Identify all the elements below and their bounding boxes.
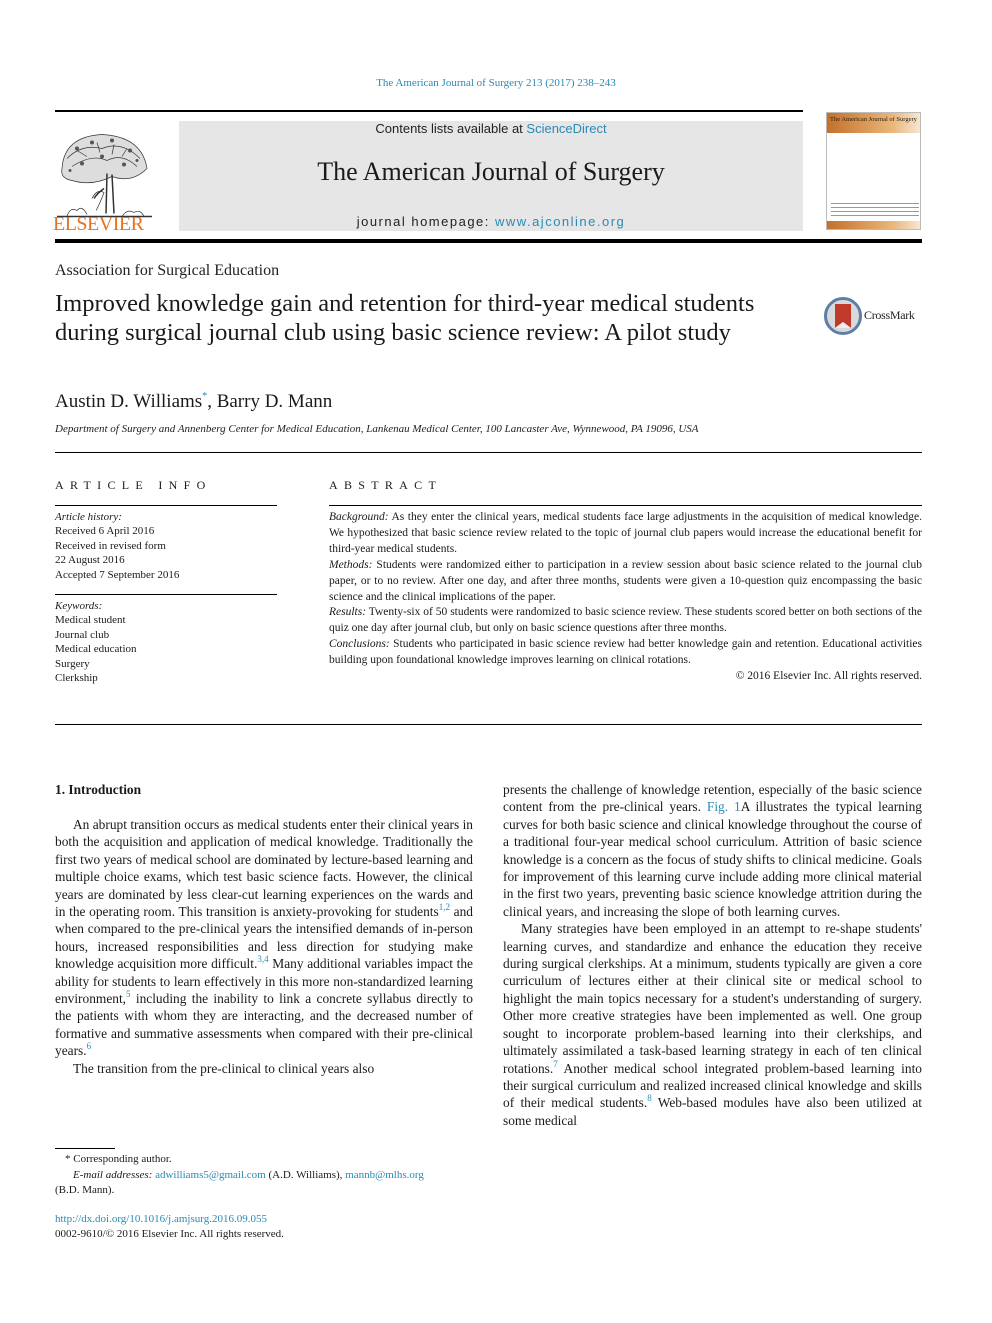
abstract-results: Results: Twenty-six of 50 students were … (329, 605, 922, 637)
article-info-heading: ARTICLE INFO (55, 478, 212, 492)
sciencedirect-link[interactable]: ScienceDirect (526, 121, 606, 136)
issn-copyright: 0002-9610/© 2016 Elsevier Inc. All right… (55, 1228, 284, 1240)
body-paragraph: The transition from the pre-clinical to … (73, 1060, 375, 1076)
abstract-section-label: Conclusions: (329, 638, 390, 651)
history-item: 22 August 2016 (55, 554, 125, 567)
article-history: Article history: Received 6 April 2016 R… (55, 510, 179, 582)
abstract-section-label: Results: (329, 606, 367, 619)
abstract-background: Background: As they enter the clinical y… (329, 510, 922, 558)
reference-link[interactable]: 1,2 (439, 902, 450, 912)
section-label: Association for Surgical Education (55, 262, 280, 279)
history-label: Article history: (55, 511, 122, 523)
footnote: * Corresponding author. E-mail addresses… (55, 1152, 473, 1199)
history-item: Received 6 April 2016 (55, 525, 155, 538)
journal-homepage-link[interactable]: www.ajconline.org (495, 214, 625, 229)
divider (329, 505, 922, 506)
email-link[interactable]: adwilliams5@gmail.com (155, 1169, 266, 1181)
journal-name: The American Journal of Surgery (317, 157, 665, 186)
keyword: Medical student (55, 614, 126, 627)
abstract-section-text: Twenty-six of 50 students were randomize… (329, 606, 922, 635)
abstract-section-text: As they enter the clinical years, medica… (329, 511, 922, 555)
header-rule (55, 110, 803, 112)
elsevier-wordmark: ELSEVIER (53, 213, 144, 235)
abstract-body: Background: As they enter the clinical y… (329, 510, 922, 685)
paragraph-text: Many strategies have been employed in an… (503, 921, 922, 1076)
abstract-conclusions: Conclusions: Students who participated i… (329, 637, 922, 669)
email-owner: (A.D. Williams), (265, 1168, 346, 1181)
divider (55, 505, 277, 506)
body-paragraph: presents the challenge of knowledge rete… (503, 781, 922, 920)
cover-title: The American Journal of Surgery (830, 116, 917, 123)
body-column-left: An abrupt transition occurs as medical s… (55, 816, 473, 1077)
keyword: Clerkship (55, 672, 98, 685)
keyword: Medical education (55, 643, 137, 656)
author-affiliation: Department of Surgery and Annenberg Cent… (55, 423, 699, 435)
divider (55, 452, 922, 453)
abstract-section-label: Methods: (329, 558, 373, 571)
keywords-label: Keywords: (55, 600, 103, 612)
crossmark-badge[interactable]: CrossMark (824, 296, 924, 336)
paragraph-text: An abrupt transition occurs as medical s… (55, 817, 473, 920)
abstract-heading: ABSTRACT (329, 478, 443, 492)
abstract-methods: Methods: Students were randomized either… (329, 558, 922, 606)
cover-text-lines (831, 203, 919, 223)
keyword: Surgery (55, 657, 90, 670)
reference-link[interactable]: 3,4 (257, 954, 268, 964)
history-item: Received in revised form (55, 539, 166, 552)
footnote-rule (55, 1148, 115, 1149)
journal-citation[interactable]: The American Journal of Surgery 213 (201… (0, 77, 992, 89)
doi-block: http://dx.doi.org/10.1016/j.amjsurg.2016… (55, 1212, 284, 1242)
reference-link[interactable]: 6 (87, 1041, 92, 1051)
abstract-section-text: Students were randomized either to parti… (329, 558, 922, 603)
journal-cover-thumbnail[interactable]: The American Journal of Surgery (826, 112, 921, 230)
homepage-prefix: journal homepage: (356, 214, 496, 229)
abstract-section-text: Students who participated in basic scien… (329, 638, 922, 667)
cover-footer-band (827, 221, 920, 229)
divider (55, 724, 922, 725)
contents-prefix: Contents lists available at (375, 121, 527, 136)
history-item: Accepted 7 September 2016 (55, 568, 180, 581)
body-paragraph: An abrupt transition occurs as medical s… (55, 816, 473, 1060)
journal-masthead: Contents lists available at ScienceDirec… (179, 121, 803, 231)
divider (55, 594, 277, 595)
paragraph-text: A illustrates the typical learning curve… (503, 799, 922, 919)
author-list: Austin D. Williams*, Barry D. Mann (55, 391, 332, 413)
keywords: Keywords: Medical student Journal club M… (55, 599, 137, 685)
author-separator: , (207, 391, 217, 412)
article-title: Improved knowledge gain and retention fo… (55, 290, 755, 346)
email-link[interactable]: mannb@mlhs.org (345, 1169, 424, 1181)
doi-link[interactable]: http://dx.doi.org/10.1016/j.amjsurg.2016… (55, 1212, 284, 1227)
contents-line: Contents lists available at ScienceDirec… (179, 121, 803, 136)
corresponding-author-note: * Corresponding author. (65, 1153, 172, 1165)
body-paragraph: Many strategies have been employed in an… (503, 920, 922, 1129)
abstract-section-label: Background: (329, 511, 389, 523)
crossmark-icon (824, 297, 862, 335)
abstract-copyright: © 2016 Elsevier Inc. All rights reserved… (735, 670, 922, 683)
figure-link[interactable]: Fig. 1 (707, 799, 741, 814)
homepage-line: journal homepage: www.ajconline.org (179, 214, 803, 229)
email-line: E-mail addresses: adwilliams5@gmail.com … (55, 1168, 473, 1184)
crossmark-label: CrossMark (864, 308, 915, 322)
body-column-right: presents the challenge of knowledge rete… (503, 781, 922, 1129)
masthead-bottom-rule (55, 239, 922, 243)
author-name[interactable]: Austin D. Williams (55, 391, 202, 412)
keyword: Journal club (55, 628, 110, 641)
author-name[interactable]: Barry D. Mann (217, 391, 333, 412)
email-label: E-mail addresses: (73, 1168, 153, 1181)
email-owner: (B.D. Mann). (55, 1184, 115, 1196)
introduction-heading: 1. Introduction (55, 782, 142, 797)
